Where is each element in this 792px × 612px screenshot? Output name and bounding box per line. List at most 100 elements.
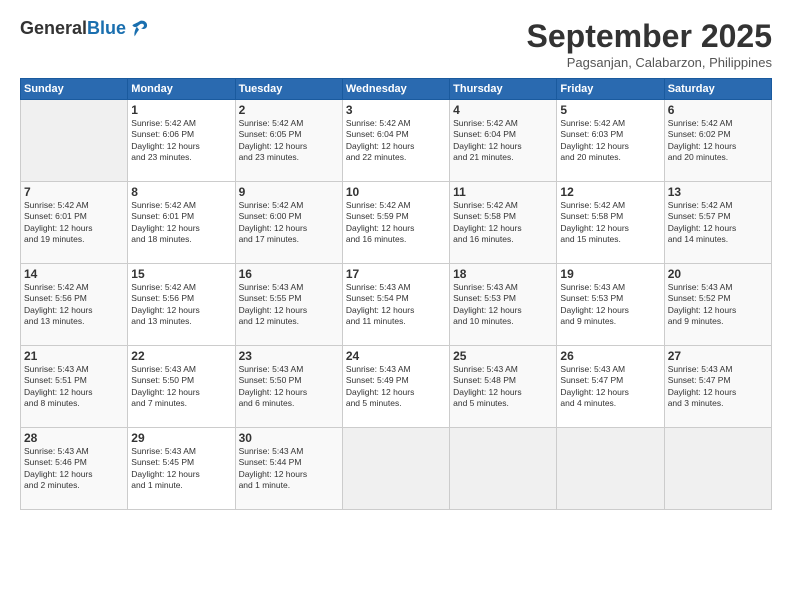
day-info: Sunrise: 5:42 AM Sunset: 6:00 PM Dayligh… [239,200,339,246]
day-cell [664,428,771,510]
calendar-header-row: SundayMondayTuesdayWednesdayThursdayFrid… [21,79,772,100]
day-cell: 23Sunrise: 5:43 AM Sunset: 5:50 PM Dayli… [235,346,342,428]
day-info: Sunrise: 5:43 AM Sunset: 5:53 PM Dayligh… [560,282,660,328]
day-info: Sunrise: 5:42 AM Sunset: 5:57 PM Dayligh… [668,200,768,246]
day-number: 1 [131,103,231,117]
day-header-monday: Monday [128,79,235,100]
day-number: 5 [560,103,660,117]
location: Pagsanjan, Calabarzon, Philippines [527,55,772,70]
day-cell: 11Sunrise: 5:42 AM Sunset: 5:58 PM Dayli… [450,182,557,264]
day-info: Sunrise: 5:43 AM Sunset: 5:50 PM Dayligh… [239,364,339,410]
day-cell: 15Sunrise: 5:42 AM Sunset: 5:56 PM Dayli… [128,264,235,346]
week-row-3: 14Sunrise: 5:42 AM Sunset: 5:56 PM Dayli… [21,264,772,346]
day-number: 13 [668,185,768,199]
title-area: September 2025 Pagsanjan, Calabarzon, Ph… [527,18,772,70]
week-row-2: 7Sunrise: 5:42 AM Sunset: 6:01 PM Daylig… [21,182,772,264]
day-cell: 27Sunrise: 5:43 AM Sunset: 5:47 PM Dayli… [664,346,771,428]
day-header-friday: Friday [557,79,664,100]
logo: GeneralBlue [20,18,150,40]
day-number: 19 [560,267,660,281]
day-cell: 30Sunrise: 5:43 AM Sunset: 5:44 PM Dayli… [235,428,342,510]
calendar-body: 1Sunrise: 5:42 AM Sunset: 6:06 PM Daylig… [21,100,772,510]
day-number: 18 [453,267,553,281]
week-row-1: 1Sunrise: 5:42 AM Sunset: 6:06 PM Daylig… [21,100,772,182]
week-row-4: 21Sunrise: 5:43 AM Sunset: 5:51 PM Dayli… [21,346,772,428]
day-info: Sunrise: 5:43 AM Sunset: 5:47 PM Dayligh… [560,364,660,410]
day-cell: 25Sunrise: 5:43 AM Sunset: 5:48 PM Dayli… [450,346,557,428]
day-info: Sunrise: 5:42 AM Sunset: 6:05 PM Dayligh… [239,118,339,164]
day-info: Sunrise: 5:42 AM Sunset: 6:02 PM Dayligh… [668,118,768,164]
day-cell: 18Sunrise: 5:43 AM Sunset: 5:53 PM Dayli… [450,264,557,346]
day-cell [450,428,557,510]
day-info: Sunrise: 5:43 AM Sunset: 5:50 PM Dayligh… [131,364,231,410]
day-cell: 21Sunrise: 5:43 AM Sunset: 5:51 PM Dayli… [21,346,128,428]
day-number: 16 [239,267,339,281]
day-number: 28 [24,431,124,445]
day-cell [342,428,449,510]
calendar-table: SundayMondayTuesdayWednesdayThursdayFrid… [20,78,772,510]
day-info: Sunrise: 5:42 AM Sunset: 5:58 PM Dayligh… [453,200,553,246]
day-number: 22 [131,349,231,363]
week-row-5: 28Sunrise: 5:43 AM Sunset: 5:46 PM Dayli… [21,428,772,510]
day-cell: 16Sunrise: 5:43 AM Sunset: 5:55 PM Dayli… [235,264,342,346]
day-cell: 28Sunrise: 5:43 AM Sunset: 5:46 PM Dayli… [21,428,128,510]
day-number: 4 [453,103,553,117]
day-cell: 1Sunrise: 5:42 AM Sunset: 6:06 PM Daylig… [128,100,235,182]
day-number: 24 [346,349,446,363]
day-info: Sunrise: 5:43 AM Sunset: 5:48 PM Dayligh… [453,364,553,410]
day-cell: 29Sunrise: 5:43 AM Sunset: 5:45 PM Dayli… [128,428,235,510]
day-info: Sunrise: 5:42 AM Sunset: 5:59 PM Dayligh… [346,200,446,246]
day-cell: 19Sunrise: 5:43 AM Sunset: 5:53 PM Dayli… [557,264,664,346]
day-number: 11 [453,185,553,199]
day-header-thursday: Thursday [450,79,557,100]
day-cell: 6Sunrise: 5:42 AM Sunset: 6:02 PM Daylig… [664,100,771,182]
day-number: 23 [239,349,339,363]
logo-text: GeneralBlue [20,19,126,39]
day-number: 17 [346,267,446,281]
day-cell: 22Sunrise: 5:43 AM Sunset: 5:50 PM Dayli… [128,346,235,428]
day-info: Sunrise: 5:43 AM Sunset: 5:53 PM Dayligh… [453,282,553,328]
day-cell: 4Sunrise: 5:42 AM Sunset: 6:04 PM Daylig… [450,100,557,182]
header: GeneralBlue September 2025 Pagsanjan, Ca… [20,18,772,70]
day-info: Sunrise: 5:42 AM Sunset: 6:01 PM Dayligh… [131,200,231,246]
day-info: Sunrise: 5:42 AM Sunset: 6:04 PM Dayligh… [453,118,553,164]
day-cell: 26Sunrise: 5:43 AM Sunset: 5:47 PM Dayli… [557,346,664,428]
day-info: Sunrise: 5:42 AM Sunset: 5:56 PM Dayligh… [131,282,231,328]
day-cell: 20Sunrise: 5:43 AM Sunset: 5:52 PM Dayli… [664,264,771,346]
day-header-saturday: Saturday [664,79,771,100]
day-info: Sunrise: 5:42 AM Sunset: 6:01 PM Dayligh… [24,200,124,246]
day-header-wednesday: Wednesday [342,79,449,100]
day-header-tuesday: Tuesday [235,79,342,100]
day-info: Sunrise: 5:42 AM Sunset: 6:03 PM Dayligh… [560,118,660,164]
day-cell: 14Sunrise: 5:42 AM Sunset: 5:56 PM Dayli… [21,264,128,346]
day-number: 25 [453,349,553,363]
day-number: 20 [668,267,768,281]
logo-bird-icon [128,18,150,40]
page: GeneralBlue September 2025 Pagsanjan, Ca… [0,0,792,612]
day-info: Sunrise: 5:42 AM Sunset: 6:06 PM Dayligh… [131,118,231,164]
day-number: 29 [131,431,231,445]
day-cell: 10Sunrise: 5:42 AM Sunset: 5:59 PM Dayli… [342,182,449,264]
day-info: Sunrise: 5:42 AM Sunset: 6:04 PM Dayligh… [346,118,446,164]
day-cell: 7Sunrise: 5:42 AM Sunset: 6:01 PM Daylig… [21,182,128,264]
month-title: September 2025 [527,18,772,55]
day-info: Sunrise: 5:43 AM Sunset: 5:44 PM Dayligh… [239,446,339,492]
day-number: 6 [668,103,768,117]
day-cell: 24Sunrise: 5:43 AM Sunset: 5:49 PM Dayli… [342,346,449,428]
day-number: 10 [346,185,446,199]
day-number: 14 [24,267,124,281]
day-cell: 9Sunrise: 5:42 AM Sunset: 6:00 PM Daylig… [235,182,342,264]
day-info: Sunrise: 5:43 AM Sunset: 5:52 PM Dayligh… [668,282,768,328]
day-info: Sunrise: 5:43 AM Sunset: 5:54 PM Dayligh… [346,282,446,328]
day-header-sunday: Sunday [21,79,128,100]
day-info: Sunrise: 5:43 AM Sunset: 5:55 PM Dayligh… [239,282,339,328]
day-number: 9 [239,185,339,199]
day-cell [557,428,664,510]
day-info: Sunrise: 5:43 AM Sunset: 5:45 PM Dayligh… [131,446,231,492]
day-info: Sunrise: 5:43 AM Sunset: 5:51 PM Dayligh… [24,364,124,410]
day-number: 26 [560,349,660,363]
day-info: Sunrise: 5:42 AM Sunset: 5:56 PM Dayligh… [24,282,124,328]
day-number: 8 [131,185,231,199]
day-info: Sunrise: 5:43 AM Sunset: 5:49 PM Dayligh… [346,364,446,410]
day-cell: 13Sunrise: 5:42 AM Sunset: 5:57 PM Dayli… [664,182,771,264]
